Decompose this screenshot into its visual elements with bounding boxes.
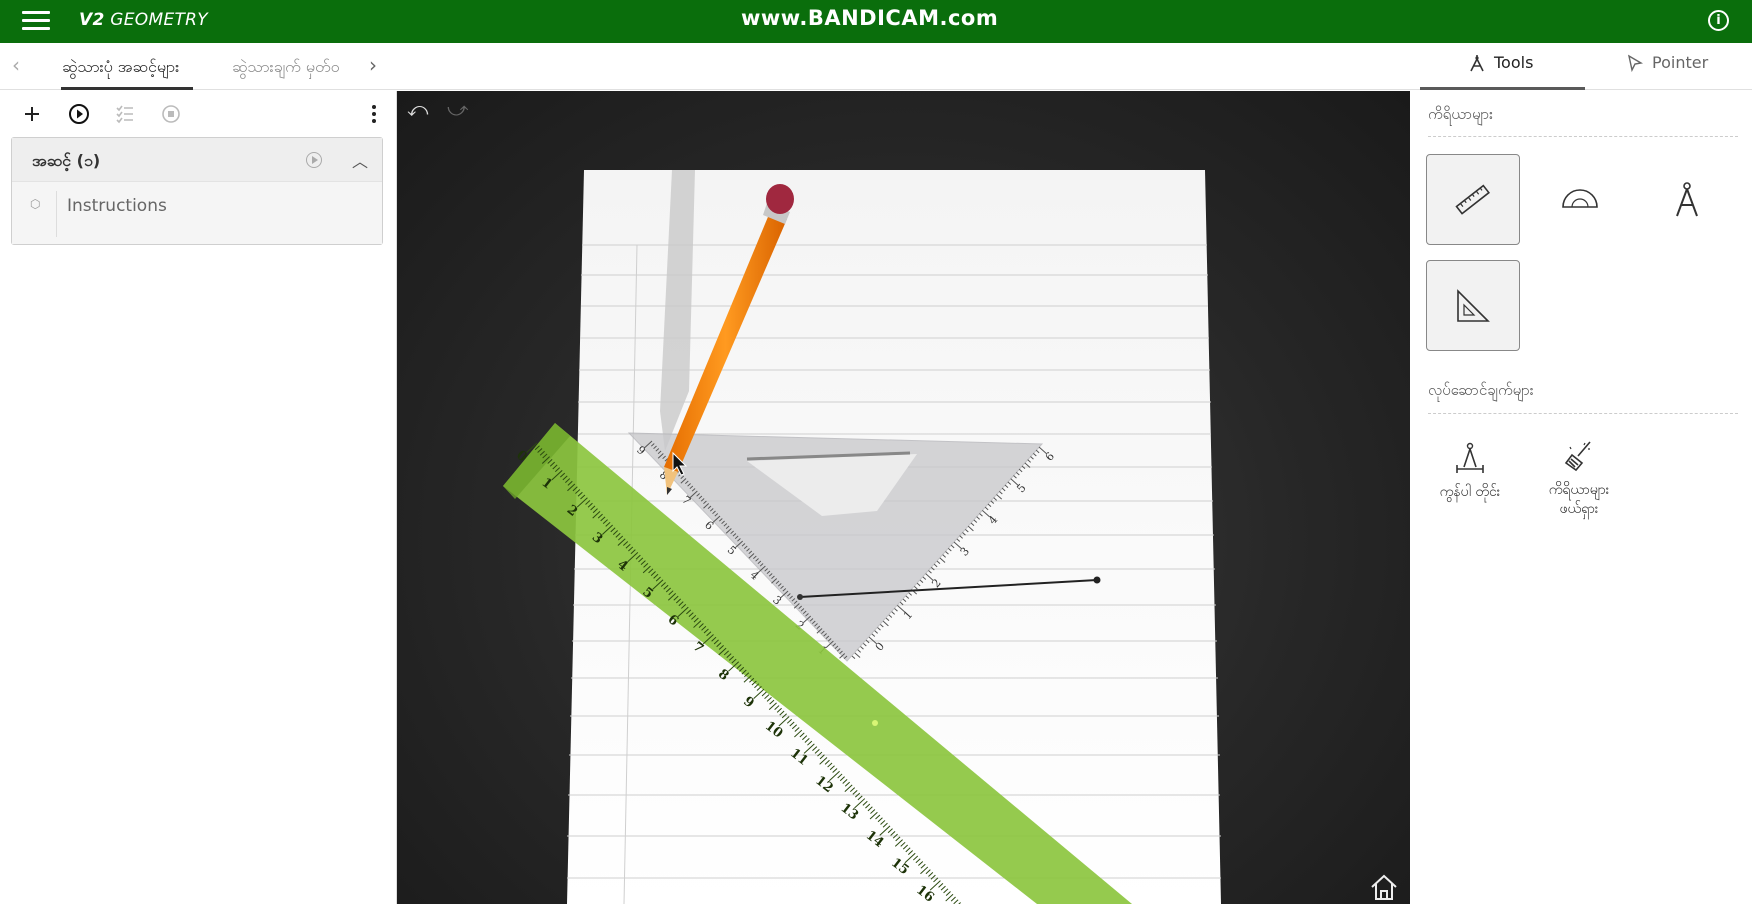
steps-panel: အဆင့် (၁) ︿ ⬡ Instructions: [0, 91, 397, 904]
canvas-scene: 9876543216543210 01234567891011121314151…: [503, 170, 1221, 904]
step-card[interactable]: အဆင့် (၁) ︿ ⬡ Instructions: [11, 137, 383, 245]
more-vertical-icon: [372, 105, 376, 123]
tab-pointer-label: Pointer: [1652, 53, 1709, 72]
line-measure-icon: [1456, 442, 1484, 473]
steps-tab-bar: ‹ ဆွဲသားပုံ အဆင့်များ ဆွဲသားချက် မှတ်ဝ ›: [0, 43, 1418, 90]
steps-toolbar: [0, 91, 397, 137]
add-step-button[interactable]: [19, 101, 45, 127]
app-title: V2 GEOMETRY: [79, 10, 208, 30]
play-step-icon[interactable]: [306, 152, 322, 168]
ruler-icon: [1455, 183, 1490, 215]
pointer-icon: [1627, 54, 1644, 72]
tab-tools[interactable]: Tools: [1468, 53, 1533, 72]
tab-tools-label: Tools: [1494, 53, 1534, 72]
actions-section-title: လုပ်ဆောင်ချက်များ: [1428, 381, 1534, 399]
app-bar: V2 GEOMETRY www.BANDICAM.com i: [0, 0, 1752, 43]
ruler-tool-button[interactable]: [1426, 154, 1520, 245]
drawing-canvas[interactable]: ⤺ ⤻ 9 8 7 6 5 4 3 2 6 5 4 3 2 1 0 0 1 2 …: [397, 91, 1410, 904]
cube-icon: ⬡: [30, 197, 41, 211]
divider: [56, 191, 57, 237]
measure-line-label: ကွန်ပါ တိုင်း: [1439, 484, 1501, 500]
compass-icon: [1676, 181, 1698, 216]
divider: [1428, 136, 1738, 137]
step-title: အဆင့် (၁): [32, 151, 101, 170]
menu-icon[interactable]: [22, 11, 50, 33]
divider: [1428, 413, 1738, 414]
broom-icon: [1564, 441, 1591, 472]
home-icon[interactable]: [1369, 873, 1399, 901]
active-right-tab-indicator: [1420, 87, 1585, 90]
checklist-button[interactable]: [112, 101, 138, 127]
set-square-tool-button[interactable]: [1426, 260, 1520, 351]
tools-section-title: ကိရိယာများ: [1428, 105, 1493, 123]
stop-button[interactable]: [158, 101, 184, 127]
tab-scroll-right-icon[interactable]: ›: [369, 53, 377, 77]
compass-tool-button[interactable]: [1640, 154, 1734, 245]
active-tab-indicator: [61, 87, 193, 90]
tab-pointer[interactable]: Pointer: [1626, 53, 1708, 72]
instructions-text[interactable]: Instructions: [67, 196, 167, 216]
tab-construction-notes[interactable]: ဆွဲသားချက် မှတ်ဝ: [232, 56, 340, 80]
play-all-button[interactable]: [66, 101, 92, 127]
info-icon[interactable]: i: [1708, 10, 1729, 31]
step-body: ⬡ Instructions: [12, 183, 382, 244]
measure-line-button[interactable]: ကွန်ပါ တိုင်း: [1420, 441, 1520, 502]
recording-watermark: www.BANDICAM.com: [741, 6, 999, 30]
set-square-icon: [1457, 288, 1490, 322]
right-tab-bar: Tools Pointer: [1418, 43, 1752, 90]
tools-panel: ကိရိယာများ လုပ်ဆောင်ချက်များ ကွန်ပါ တိုင…: [1410, 91, 1752, 904]
checklist-icon: [116, 105, 133, 124]
protractor-tool-button[interactable]: [1533, 154, 1627, 245]
chevron-up-icon[interactable]: ︿: [352, 148, 368, 172]
clear-tools-label: ကိရိယာများ ဖယ်ရှား: [1548, 482, 1610, 517]
plus-icon: [25, 107, 39, 121]
protractor-icon: [1562, 188, 1598, 208]
tab-construction-steps[interactable]: ဆွဲသားပုံ အဆင့်များ: [62, 56, 179, 80]
compass-small-icon: [1470, 54, 1484, 71]
play-circle-icon: [69, 104, 89, 124]
clear-tools-button[interactable]: ကိရိယာများ ဖယ်ရှား: [1529, 439, 1629, 519]
tab-scroll-left-icon[interactable]: ‹: [12, 53, 20, 77]
step-header[interactable]: အဆင့် (၁) ︿: [12, 138, 382, 182]
stop-circle-icon: [162, 105, 180, 123]
more-options-button[interactable]: [361, 101, 387, 127]
